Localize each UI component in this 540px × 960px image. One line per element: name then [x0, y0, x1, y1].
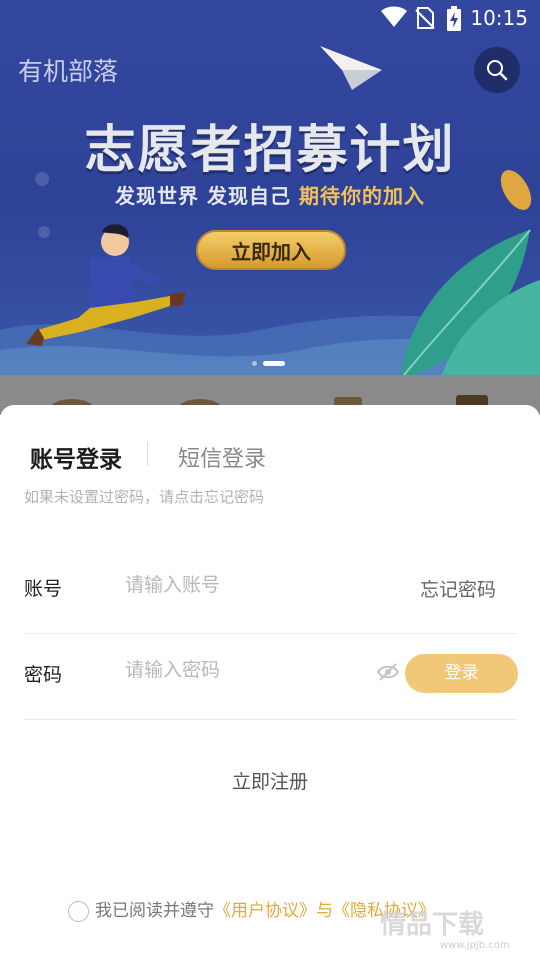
- search-icon: [487, 60, 508, 81]
- paper-plane-icon: [320, 46, 382, 90]
- status-time: 10:15: [470, 6, 528, 30]
- watermark: 情品下载: [380, 910, 485, 940]
- password-label: 密码: [24, 664, 63, 686]
- leaf-decoration: [400, 229, 540, 375]
- tab-divider: [147, 442, 148, 466]
- bubble-decoration: [38, 226, 50, 238]
- carousel-dot: [252, 361, 257, 366]
- tab-account-login[interactable]: 账号登录: [30, 440, 122, 474]
- status-bar: 10:15: [0, 0, 540, 36]
- banner-subline-plain: 发现世界 发现自己: [115, 184, 291, 208]
- user-agreement-link[interactable]: 《用户协议》: [214, 901, 316, 921]
- register-link[interactable]: 立即注册: [0, 767, 540, 794]
- watermark-url: www.jpjb.com: [440, 940, 510, 951]
- agree-prefix: 我已阅读并遵守: [95, 901, 214, 921]
- banner-subline: 发现世界 发现自己 期待你的加入: [0, 180, 540, 209]
- wifi-icon: [381, 6, 407, 27]
- tab-sms-login[interactable]: 短信登录: [178, 441, 266, 473]
- banner-headline: 志愿者招募计划: [84, 121, 456, 180]
- app-title: 有机部落: [18, 57, 119, 86]
- password-input[interactable]: [125, 659, 355, 681]
- agree-checkbox[interactable]: [68, 900, 89, 922]
- account-label: 账号: [24, 578, 63, 600]
- carousel-dot-active: [263, 361, 285, 366]
- eye-off-icon[interactable]: [377, 661, 399, 683]
- banner-subline-highlight: 期待你的加入: [298, 184, 425, 208]
- battery-charging-icon: [447, 6, 461, 31]
- running-person-illustration: [26, 224, 186, 346]
- account-input[interactable]: [125, 574, 365, 596]
- divider: [24, 719, 517, 720]
- login-button[interactable]: 登录: [405, 654, 518, 693]
- search-button[interactable]: [474, 47, 520, 93]
- no-sim-icon: [415, 7, 435, 29]
- join-now-button[interactable]: 立即加入: [196, 230, 346, 270]
- login-hint: 如果未设置过密码，请点击忘记密码: [24, 488, 265, 506]
- forgot-password-link[interactable]: 忘记密码: [420, 575, 496, 602]
- agree-and: 与: [316, 901, 333, 921]
- divider: [24, 633, 517, 634]
- carousel-indicator: [252, 353, 291, 372]
